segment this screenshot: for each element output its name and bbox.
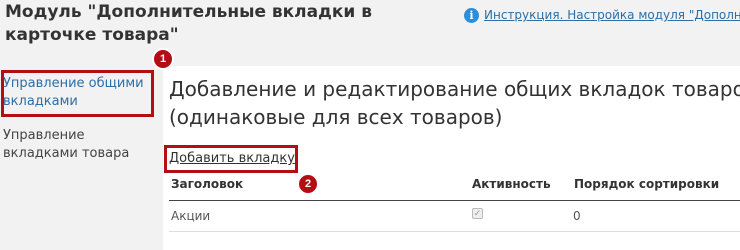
table-header-divider [169,200,740,201]
annotation-badge-1: 1 [152,48,174,70]
active-checkbox: ✓ [472,208,483,219]
module-title: Модуль "Дополнительные вкладки в карточк… [5,2,372,45]
column-header-sort-order[interactable]: Порядок сортировки [574,177,719,191]
sidebar-item-product-tabs[interactable]: Управление вкладками товара [3,127,153,163]
sidebar: Управление общими вкладками Управление в… [0,66,163,250]
info-icon: i [464,8,479,23]
add-tab-link[interactable]: Добавить вкладку [169,151,295,166]
column-header-active[interactable]: Активность [472,177,551,191]
annotation-badge-2: 2 [297,173,319,195]
sidebar-item-common-tabs[interactable]: Управление общими вкладками [3,75,149,111]
row-title-cell[interactable]: Акции [171,209,210,223]
page-heading-line-1: Добавление и редактирование общих вкладо… [169,77,740,101]
row-sort-order-cell: 0 [573,209,581,223]
page-heading: Добавление и редактирование общих вкладо… [169,75,740,131]
table-row-divider [169,231,740,232]
page-heading-line-2: (одинаковые для всех товаров) [169,105,503,129]
module-header: Модуль "Дополнительные вкладки в карточк… [0,0,740,66]
column-header-title[interactable]: Заголовок [171,177,243,191]
help-instruction-link[interactable]: Инструкция. Настройка модуля "Дополни [484,8,740,22]
